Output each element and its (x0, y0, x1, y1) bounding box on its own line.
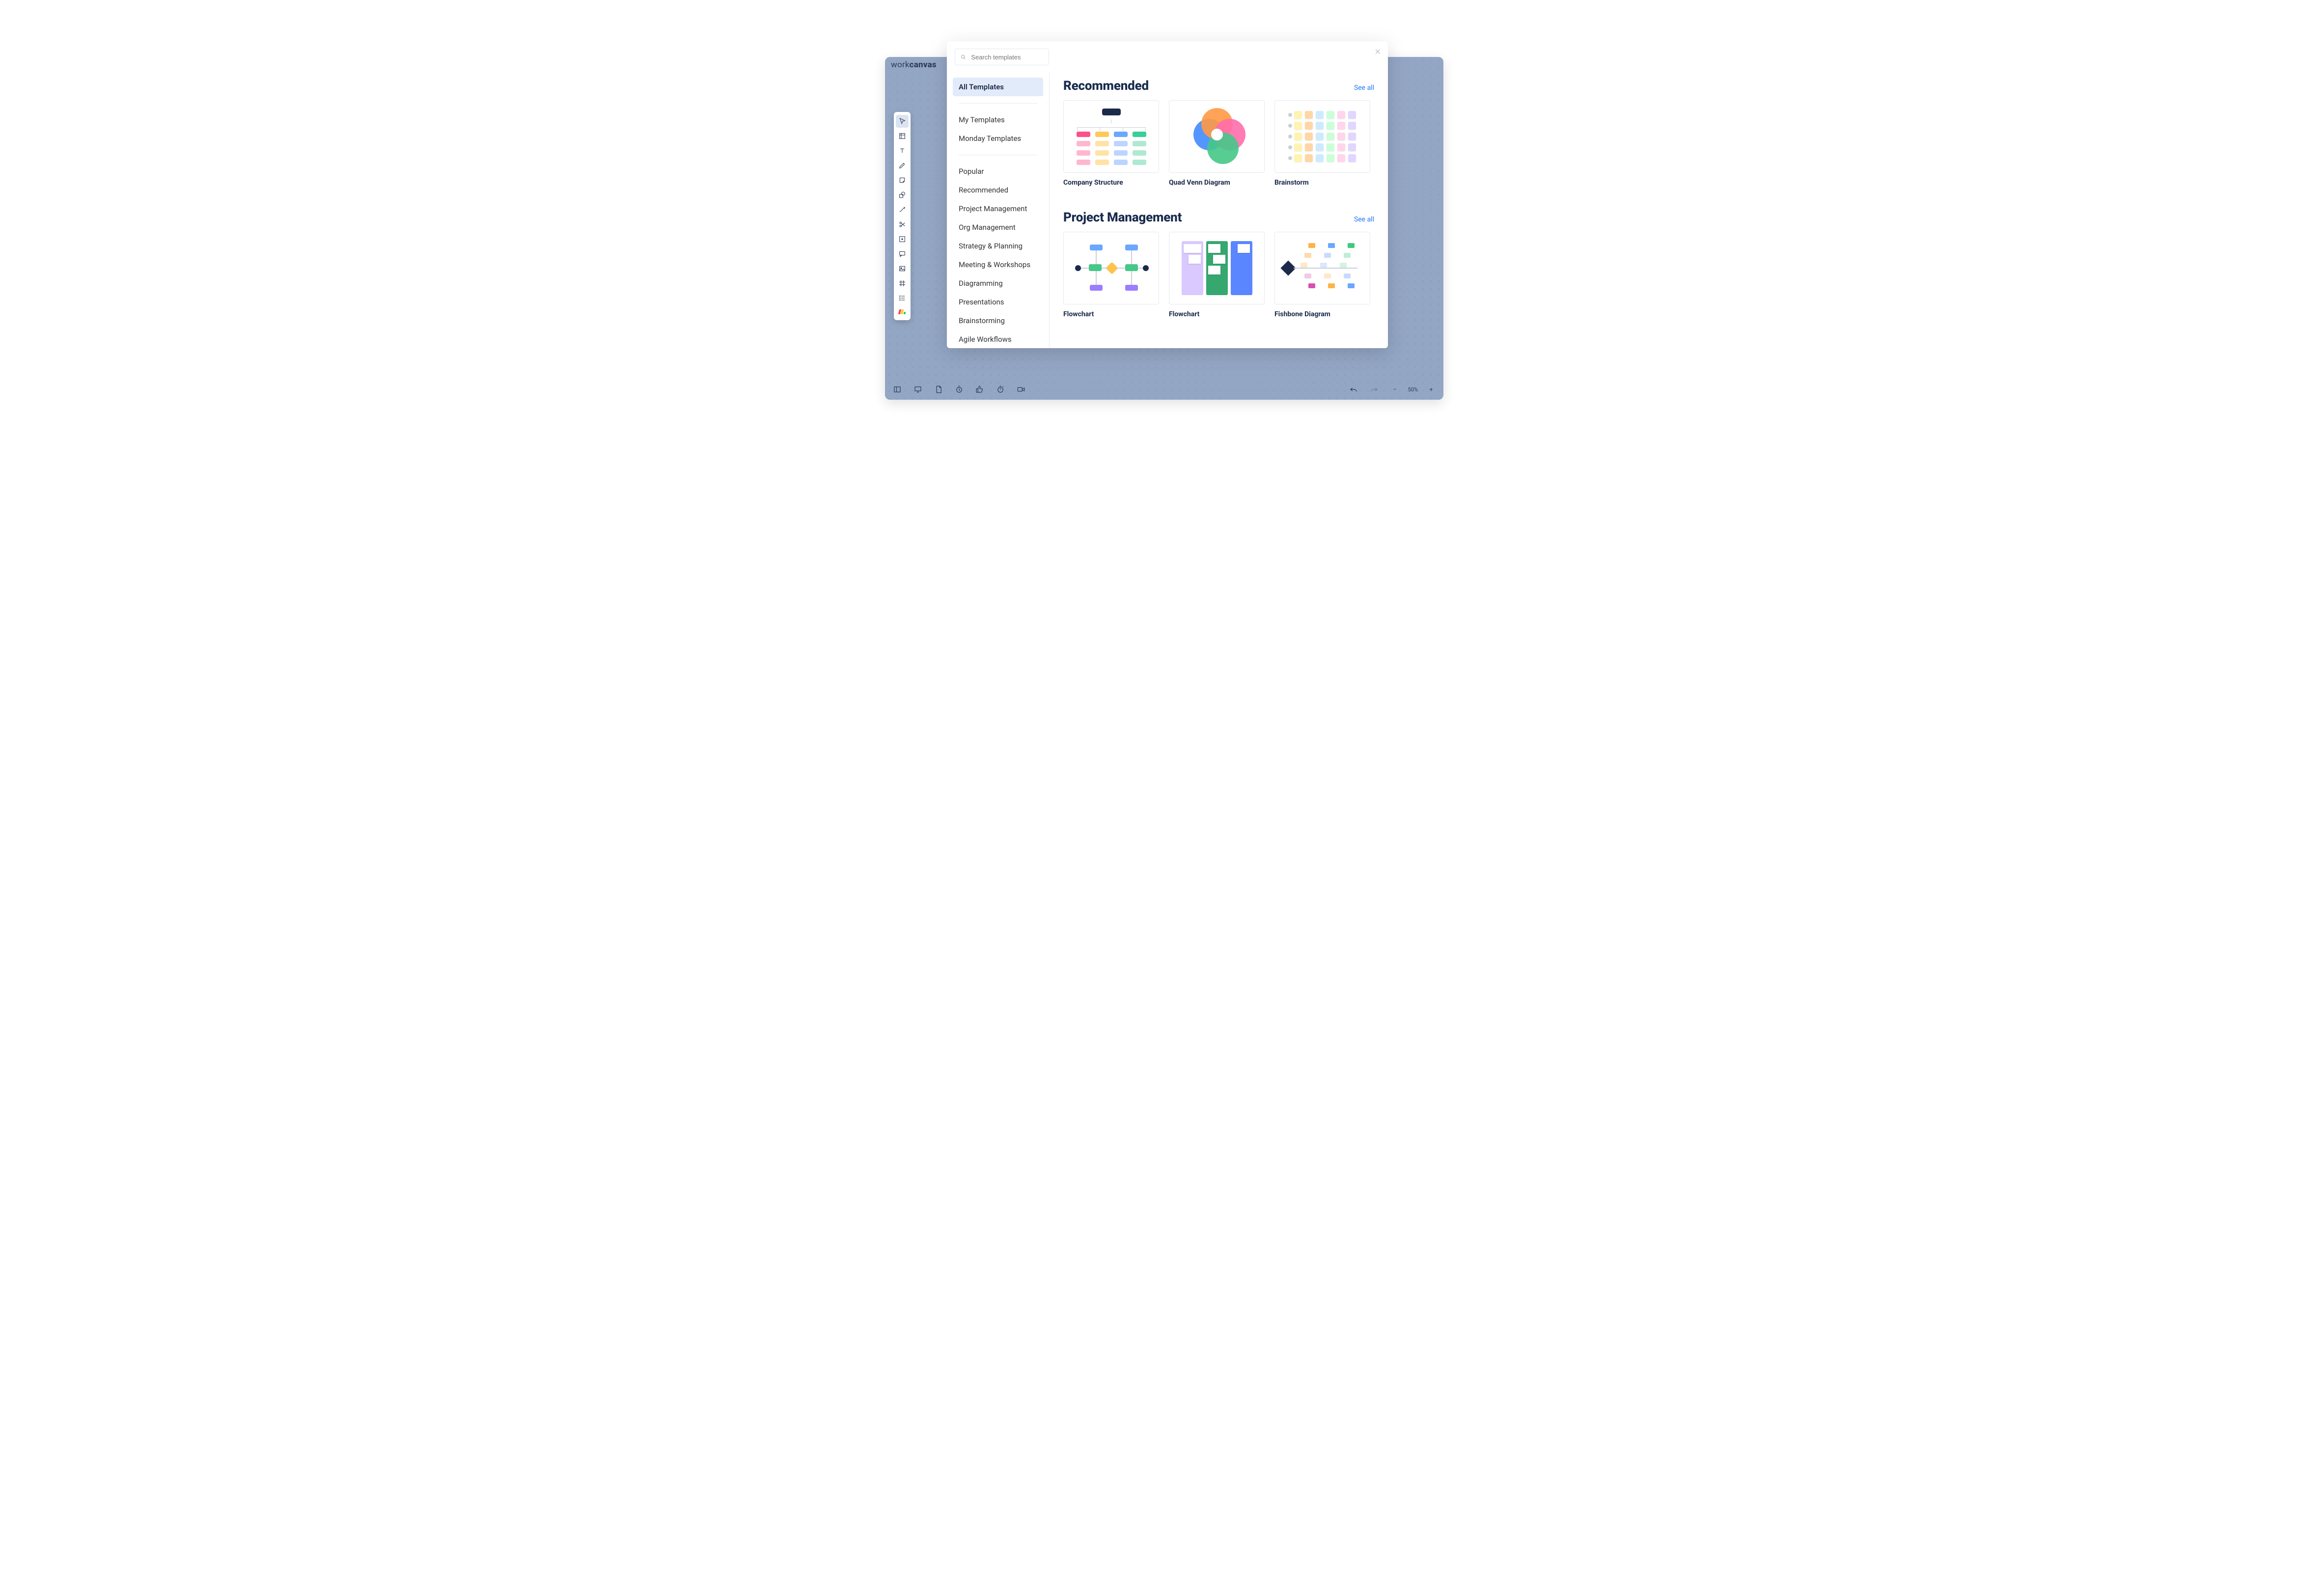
sidebar-item-all-templates[interactable]: All Templates (953, 78, 1043, 96)
sidebar-item-meeting-workshops[interactable]: Meeting & Workshops (953, 255, 1043, 274)
template-card-fishbone[interactable]: Fishbone Diagram (1274, 232, 1370, 318)
timer-icon[interactable] (955, 385, 964, 394)
sidebar-item-diagramming[interactable]: Diagramming (953, 274, 1043, 293)
template-card-quad-venn[interactable]: Quad Venn Diagram (1169, 100, 1265, 187)
template-label: Quad Venn Diagram (1169, 179, 1265, 187)
stopwatch-icon[interactable] (996, 385, 1005, 394)
see-all-recommended[interactable]: See all (1354, 84, 1374, 92)
redo-icon[interactable] (1370, 385, 1379, 394)
sidebar-item-monday-templates[interactable]: Monday Templates (953, 129, 1043, 148)
sidebar-item-presentations[interactable]: Presentations (953, 293, 1043, 311)
pen-tool[interactable] (896, 159, 909, 172)
sidebar-item-project-management[interactable]: Project Management (953, 199, 1043, 218)
modal-sidebar: All Templates My Templates Monday Templa… (947, 73, 1049, 348)
template-label: Company Structure (1063, 179, 1159, 187)
template-thumbnail[interactable] (1274, 100, 1370, 173)
shape-tool[interactable] (896, 189, 909, 201)
template-card-flowchart[interactable]: Flowchart (1063, 232, 1159, 318)
search-field[interactable] (970, 53, 1044, 61)
template-card-brainstorm[interactable]: Brainstorm (1274, 100, 1370, 187)
sidebar-item-brainstorming[interactable]: Brainstorming (953, 311, 1043, 330)
search-icon (960, 54, 966, 60)
template-thumbnail[interactable] (1169, 232, 1265, 304)
display-icon[interactable] (913, 385, 922, 394)
video-icon[interactable] (1017, 385, 1025, 394)
search-input[interactable] (955, 49, 1049, 65)
see-all-project-management[interactable]: See all (1354, 216, 1374, 223)
zoom-in-button[interactable]: + (1427, 385, 1436, 394)
file-icon[interactable] (934, 385, 943, 394)
undo-icon[interactable] (1349, 385, 1358, 394)
comment-tool[interactable] (896, 247, 909, 260)
sidebar-item-popular[interactable]: Popular (953, 162, 1043, 181)
brand-bold: canvas (910, 60, 937, 70)
template-card-kanban-flowchart[interactable]: Flowchart (1169, 232, 1265, 318)
template-label: Brainstorm (1274, 179, 1370, 187)
list-tool[interactable] (896, 292, 909, 304)
grid-tool[interactable] (896, 277, 909, 290)
templates-modal: ✕ All Templates My Templates Monday Temp… (947, 41, 1388, 348)
template-card-company-structure[interactable]: Company Structure (1063, 100, 1159, 187)
zoom-level: 50% (1402, 386, 1424, 393)
modal-main: Recommended See all (1049, 73, 1388, 348)
section-title-project-management: Project Management (1063, 210, 1182, 225)
sidebar-item-recommended[interactable]: Recommended (953, 181, 1043, 199)
image-tool[interactable] (896, 262, 909, 275)
left-toolbar (894, 112, 911, 320)
connector-tool[interactable] (896, 203, 909, 216)
import-tool[interactable] (896, 233, 909, 246)
template-label: Fishbone Diagram (1274, 310, 1370, 318)
like-icon[interactable] (975, 385, 984, 394)
text-tool[interactable] (896, 144, 909, 157)
select-tool[interactable] (896, 115, 909, 128)
monday-integration[interactable] (896, 306, 909, 317)
section-title-recommended: Recommended (1063, 79, 1149, 93)
zoom-out-button[interactable]: − (1390, 385, 1399, 394)
sidebar-item-org-management[interactable]: Org Management (953, 218, 1043, 237)
sidebar-item-strategy-planning[interactable]: Strategy & Planning (953, 237, 1043, 255)
scissors-tool[interactable] (896, 218, 909, 231)
frame-tool[interactable] (896, 130, 909, 142)
sidebar-item-my-templates[interactable]: My Templates (953, 110, 1043, 129)
template-label: Flowchart (1063, 310, 1159, 318)
sidebar-item-agile-workflows[interactable]: Agile Workflows (953, 330, 1043, 348)
template-label: Flowchart (1169, 310, 1265, 318)
brand-thin: work (891, 60, 910, 70)
zoom-control: − 50% + (1390, 385, 1436, 394)
template-thumbnail[interactable] (1063, 232, 1159, 304)
close-icon[interactable]: ✕ (1375, 48, 1381, 56)
divider (959, 103, 1037, 104)
template-thumbnail[interactable] (1169, 100, 1265, 173)
panels-icon[interactable] (893, 385, 902, 394)
template-thumbnail[interactable] (1063, 100, 1159, 173)
template-thumbnail[interactable] (1274, 232, 1370, 304)
sticky-note-tool[interactable] (896, 174, 909, 187)
bottom-bar: − 50% + (885, 379, 1443, 400)
